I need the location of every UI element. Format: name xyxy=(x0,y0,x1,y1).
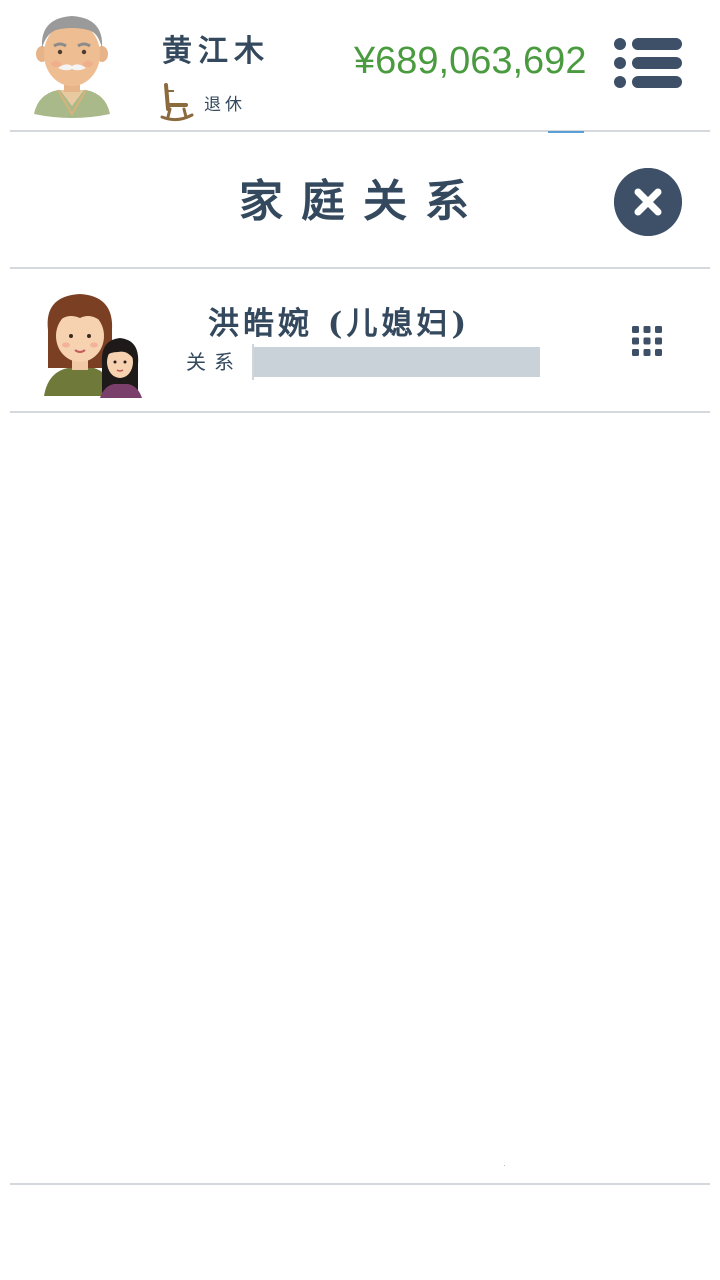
row-divider xyxy=(10,411,710,413)
relation-name: 洪皓婉 (儿媳妇) xyxy=(208,306,471,342)
woman-with-daughter-avatar-icon xyxy=(44,294,142,398)
player-name: 黄江木 xyxy=(162,34,270,69)
relation-level-fill xyxy=(254,347,540,377)
relation-level-bar xyxy=(252,344,540,380)
header-divider xyxy=(10,130,710,132)
footer-divider xyxy=(10,1183,710,1185)
relation-row[interactable]: 洪皓婉 (儿媳妇) 关系 xyxy=(10,270,710,412)
progress-indicator xyxy=(548,131,584,133)
close-icon[interactable] xyxy=(614,168,682,236)
elderly-man-avatar-icon[interactable] xyxy=(28,10,116,120)
status-text: 退休 xyxy=(204,94,246,115)
relation-label: 关系 xyxy=(186,350,242,374)
panel-title: 家庭关系 xyxy=(239,176,487,227)
money-balance: ¥689,063,692 xyxy=(354,40,587,82)
grid-menu-icon[interactable] xyxy=(630,324,664,358)
rocking-chair-icon xyxy=(160,83,194,122)
list-menu-icon[interactable] xyxy=(610,34,686,94)
title-divider xyxy=(10,267,710,269)
top-header: 黄江木 退休 ¥689,063,692 xyxy=(0,0,720,132)
artifact-dot xyxy=(504,1165,505,1166)
player-status: 退休 xyxy=(160,80,246,124)
